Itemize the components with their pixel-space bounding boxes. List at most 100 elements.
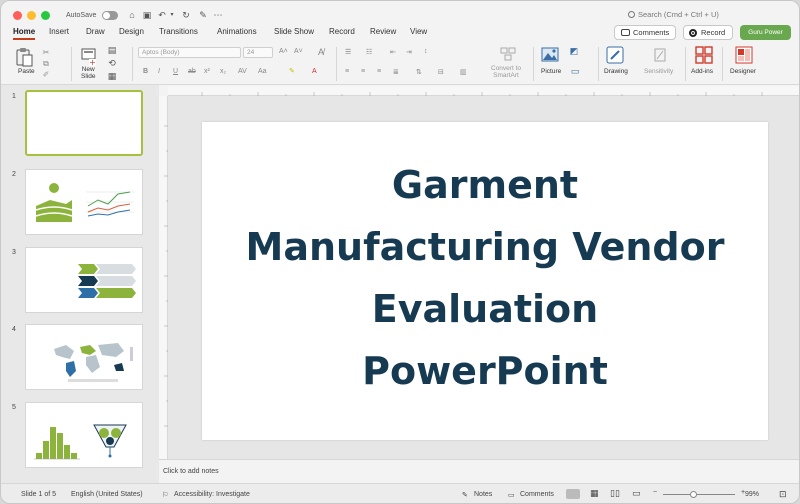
- slideshow-view-icon[interactable]: ▭: [632, 488, 641, 499]
- save-icon[interactable]: ▣: [142, 10, 152, 20]
- decrease-font-icon[interactable]: A˅: [294, 48, 303, 55]
- tab-transitions[interactable]: Transitions: [159, 27, 198, 36]
- new-slide-icon[interactable]: +: [81, 46, 97, 68]
- align-right-icon[interactable]: ≡: [377, 68, 381, 75]
- justify-icon[interactable]: ≣: [393, 68, 399, 76]
- drawing-icon[interactable]: [606, 46, 624, 66]
- notes-pane[interactable]: Click to add notes: [159, 459, 799, 483]
- accessibility-status[interactable]: Accessibility: Investigate: [174, 491, 250, 498]
- cut-icon[interactable]: ✂: [41, 48, 51, 58]
- ribbon-separator: [685, 47, 686, 81]
- highlight-icon[interactable]: ✎: [289, 67, 295, 75]
- tab-record[interactable]: Record: [329, 27, 355, 36]
- text-direction-icon[interactable]: ⇅: [416, 68, 422, 76]
- line-spacing-icon[interactable]: ↕: [424, 48, 428, 55]
- character-spacing-icon[interactable]: AV: [238, 68, 247, 75]
- comments-status-icon: ▭: [508, 492, 515, 499]
- powerpoint-window: AutoSave ⌂ ▣ ↶ ▾ ↻ ✎ ⋯ Search (Cmd + Ctr…: [0, 0, 800, 504]
- zoom-out-icon[interactable]: −: [653, 489, 657, 496]
- slide-title[interactable]: Garment Manufacturing Vendor Evaluation …: [202, 154, 768, 402]
- notes-toggle[interactable]: Notes: [474, 491, 492, 498]
- italic-icon[interactable]: I: [158, 68, 160, 75]
- more-icon[interactable]: ⋯: [213, 10, 223, 20]
- align-text-icon[interactable]: ⊟: [438, 68, 444, 76]
- layout-icon[interactable]: ▤: [107, 45, 117, 55]
- columns-icon[interactable]: ▥: [460, 68, 467, 76]
- record-button[interactable]: Record: [683, 25, 733, 40]
- reading-view-icon[interactable]: ▯▯: [610, 488, 620, 499]
- tab-home[interactable]: Home: [13, 27, 36, 40]
- ribbon-separator: [598, 47, 599, 81]
- slide-title-line-2: Manufacturing Vendor: [245, 225, 725, 269]
- close-window-button[interactable]: [13, 11, 22, 20]
- increase-indent-icon[interactable]: ⇥: [406, 48, 412, 56]
- slide-thumbnail-2[interactable]: [25, 169, 143, 235]
- slide-thumbnail-1[interactable]: [25, 90, 143, 156]
- bullets-icon[interactable]: ☰: [345, 48, 351, 56]
- tab-view[interactable]: View: [410, 27, 427, 36]
- slide-sorter-icon[interactable]: ▦: [590, 488, 599, 499]
- comments-button[interactable]: Comments: [614, 25, 676, 40]
- subscript-icon[interactable]: x₂: [220, 68, 226, 75]
- zoom-slider[interactable]: [663, 494, 735, 495]
- tab-review[interactable]: Review: [370, 27, 396, 36]
- font-name-field[interactable]: Aptos (Body): [138, 47, 241, 58]
- font-color-icon[interactable]: A: [312, 68, 317, 75]
- strikethrough-icon[interactable]: ab: [188, 68, 196, 75]
- normal-view-icon[interactable]: [566, 489, 580, 499]
- align-center-icon[interactable]: ≡: [361, 68, 365, 75]
- slide-thumbnail-4[interactable]: [25, 324, 143, 390]
- zoom-percentage[interactable]: 99%: [745, 491, 759, 498]
- tab-insert[interactable]: Insert: [49, 27, 69, 36]
- reset-icon[interactable]: ⟲: [107, 58, 117, 68]
- home-icon[interactable]: ⌂: [127, 10, 137, 20]
- undo-icon[interactable]: ↶: [157, 10, 167, 20]
- current-slide[interactable]: Garment Manufacturing Vendor Evaluation …: [202, 122, 768, 440]
- sensitivity-icon[interactable]: [653, 47, 667, 65]
- bold-icon[interactable]: B: [143, 68, 148, 75]
- slide-number-2: 2: [12, 171, 16, 178]
- tab-design[interactable]: Design: [119, 27, 144, 36]
- align-left-icon[interactable]: ≡: [345, 68, 349, 75]
- slide-thumbnail-5[interactable]: [25, 402, 143, 468]
- textbox-icon[interactable]: ▭: [570, 66, 580, 76]
- shapes-icon[interactable]: ◩: [569, 46, 579, 56]
- undo-dropdown-icon[interactable]: ▾: [167, 10, 177, 20]
- smartart-icon[interactable]: [500, 46, 516, 64]
- picture-label: Picture: [541, 68, 562, 75]
- copy-icon[interactable]: ⧉: [41, 59, 51, 69]
- underline-icon[interactable]: U: [173, 68, 178, 75]
- designer-label: Designer: [730, 68, 757, 75]
- minimize-window-button[interactable]: [27, 11, 36, 20]
- comments-toggle[interactable]: Comments: [520, 491, 554, 498]
- zoom-slider-handle[interactable]: [690, 491, 697, 498]
- format-painter-icon[interactable]: ✎: [198, 10, 208, 20]
- autosave-toggle[interactable]: [102, 11, 118, 20]
- tab-animations[interactable]: Animations: [217, 27, 257, 36]
- designer-icon[interactable]: [735, 46, 753, 66]
- section-icon[interactable]: ▦: [107, 71, 117, 81]
- fit-slide-icon[interactable]: ⊡: [779, 489, 787, 500]
- font-size-field[interactable]: 24: [243, 47, 273, 58]
- superscript-icon[interactable]: x²: [204, 68, 210, 75]
- increase-font-icon[interactable]: A˄: [279, 48, 288, 55]
- maximize-window-button[interactable]: [41, 11, 50, 20]
- search-field[interactable]: Search (Cmd + Ctrl + U): [628, 10, 719, 19]
- slide-4-preview: [54, 343, 133, 382]
- format-brush-icon[interactable]: ✐: [41, 70, 51, 80]
- addins-label: Add-ins: [691, 68, 714, 75]
- tab-slide-show[interactable]: Slide Show: [274, 27, 314, 36]
- tab-draw[interactable]: Draw: [86, 27, 105, 36]
- addins-icon[interactable]: [695, 46, 713, 66]
- numbering-icon[interactable]: ☷: [366, 48, 372, 56]
- guru-power-button[interactable]: Guru Power: [740, 25, 791, 40]
- picture-icon[interactable]: [541, 47, 559, 64]
- language-status[interactable]: English (United States): [71, 491, 143, 498]
- slide-thumbnail-3[interactable]: [25, 247, 143, 313]
- change-case-icon[interactable]: Aa: [258, 68, 267, 75]
- decrease-indent-icon[interactable]: ⇤: [390, 48, 396, 56]
- paste-icon[interactable]: [15, 47, 33, 69]
- clear-format-icon[interactable]: A̸: [318, 47, 324, 57]
- redo-icon[interactable]: ↻: [181, 10, 191, 20]
- comment-icon: [621, 29, 630, 36]
